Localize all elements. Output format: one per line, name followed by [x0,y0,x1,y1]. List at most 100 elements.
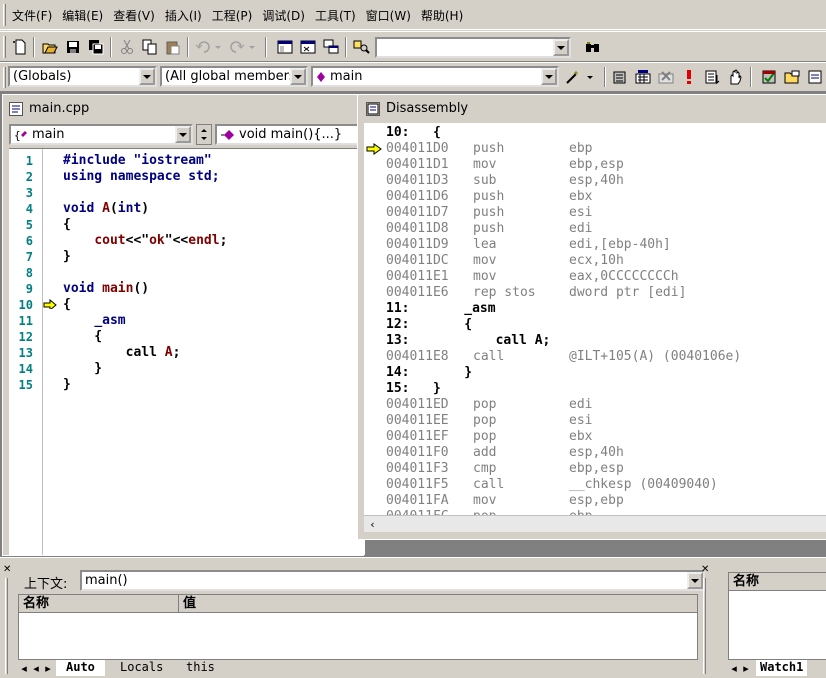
undo-button[interactable] [194,37,224,57]
redo-button[interactable] [228,37,258,57]
function-arrow[interactable] [541,68,557,85]
editor-title: main.cpp [29,101,90,116]
breakpoint-button[interactable] [725,67,745,87]
compile-button[interactable] [610,67,630,87]
editor-scope-arrow[interactable] [175,126,191,143]
scissors-icon [121,39,133,54]
tab-watch1[interactable]: Watch1 [756,660,808,676]
chevron-right-icon: ▸ [45,661,51,675]
tab-scroll-next[interactable]: ▸ [42,660,54,676]
standard-toolbar [0,31,826,62]
stop-build-button[interactable] [656,67,676,87]
editor-titlebar[interactable]: main.cpp [3,95,363,122]
code-editor[interactable]: 1 2 3 4 5 6 7 8 9 10 11 12 13 14 15 #include "iostream… [9,148,365,555]
close-icon[interactable]: ✕ [3,564,11,575]
variables-dock-handle[interactable]: ✕ [2,564,14,676]
dock-grip[interactable] [5,578,8,674]
name-column-header[interactable]: 名称 [19,595,179,613]
tab-auto[interactable]: Auto [56,660,105,676]
editor-function-combo[interactable]: void main(){...} [215,124,375,145]
save-all-button[interactable] [86,37,106,57]
tab-scroll-prev[interactable]: ◂ [728,660,740,676]
disassembly-titlebar[interactable]: Disassembly [358,95,826,122]
members-arrow[interactable] [290,68,306,85]
copy-button[interactable] [140,37,160,57]
instruction-mnemonic: push [473,221,505,236]
go-button[interactable] [702,67,722,87]
build-button[interactable] [633,67,653,87]
new-class-button[interactable] [805,67,825,87]
watch-grid[interactable]: 名称 [728,572,826,660]
code-line: { [63,297,71,313]
execute-button[interactable] [679,67,699,87]
output-button[interactable] [298,37,318,57]
menu-item[interactable]: 窗口(W) [366,7,411,24]
open-button[interactable] [40,37,60,57]
chevron-down-icon [143,74,151,79]
menu-item[interactable]: 工具(T) [315,7,356,24]
editor-scope-combo[interactable]: { main [9,124,193,145]
find-combo[interactable] [375,37,571,58]
line-number: 2 [25,170,33,184]
code-token: A [102,201,110,216]
function-combo[interactable]: main [311,66,559,87]
dock-grip[interactable] [703,578,706,674]
scope-class-combo[interactable]: (Globals) [8,66,157,87]
scope-class-arrow[interactable] [139,68,155,85]
save-button[interactable] [63,37,83,57]
tab-scroll-next[interactable]: ▸ [740,660,752,676]
members-combo[interactable]: (All global members [160,66,308,87]
context-combo[interactable]: main() [80,570,705,591]
line-number-gutter[interactable]: 1 2 3 4 5 6 7 8 9 10 11 12 13 14 15 [9,149,43,555]
find-combo-arrow[interactable] [553,39,569,56]
menu-item[interactable]: 编辑(E) [62,7,103,24]
workspace-button[interactable] [275,37,295,57]
undo-icon [195,41,221,53]
new-text-file-button[interactable] [10,37,30,57]
instruction-operands: edi,[ebp-40h] [569,237,671,252]
scope-spinner[interactable] [196,124,212,145]
tab-scroll-first[interactable]: ◂ [18,660,30,676]
tab-this[interactable]: this [176,660,225,676]
cut-button[interactable] [117,37,137,57]
wizard-action-button[interactable] [563,67,597,87]
menu-grip[interactable] [3,4,6,26]
paste-button[interactable] [163,37,183,57]
disassembly-horizontal-scrollbar[interactable]: ‹ [364,515,826,532]
code-token: { [63,217,71,232]
instruction-mnemonic: sub [473,173,497,188]
value-column-header[interactable]: 值 [179,595,698,613]
close-icon[interactable]: ✕ [701,564,709,575]
disassembly-listing[interactable]: 10: {004011D0 push ebp 004011D1 mov ebp,esp 00… [364,123,826,515]
open-workspace-button[interactable] [782,67,802,87]
scroll-left-button[interactable]: ‹ [364,516,381,533]
vc6-ide-window: 文件(F) 编辑(E) 查看(V) 插入(I) 工程(P) 调试(D) 工具(T) 窗口(W)… [0,0,826,678]
svg-text:{: { [14,129,21,141]
code-token: void [63,201,103,216]
menu-item[interactable]: 调试(D) [262,7,305,24]
window-list-button[interactable] [321,37,341,57]
line-number: 12 [18,330,33,344]
tab-scroll-prev[interactable]: ◂ [30,660,42,676]
toolbar-grip[interactable] [3,67,6,88]
tab-locals[interactable]: Locals [110,660,173,676]
watch-name-column-header[interactable]: 名称 [729,573,826,591]
find-button[interactable] [583,37,603,57]
instruction-operands: esp,ebp [569,493,624,508]
menu-item[interactable]: 插入(I) [165,7,202,24]
menu-item[interactable]: 工程(P) [212,7,253,24]
menu-item[interactable]: 文件(F) [12,7,52,24]
menu-item[interactable]: 帮助(H) [421,7,463,24]
instruction-mnemonic: mov [473,493,497,508]
menu-item[interactable]: 查看(V) [113,7,155,24]
line-number: 14 [18,362,33,376]
find-in-files-button[interactable] [352,37,372,57]
spinner-arrows-icon [201,129,207,140]
class-wizard-button[interactable] [759,67,779,87]
variables-grid[interactable]: 名称 值 [18,594,698,660]
toolbar-grip[interactable] [3,36,6,58]
watch-dock-handle[interactable]: ✕ [700,564,712,676]
instruction-operands: ebp,esp [569,461,624,476]
code-line: { [63,329,102,345]
